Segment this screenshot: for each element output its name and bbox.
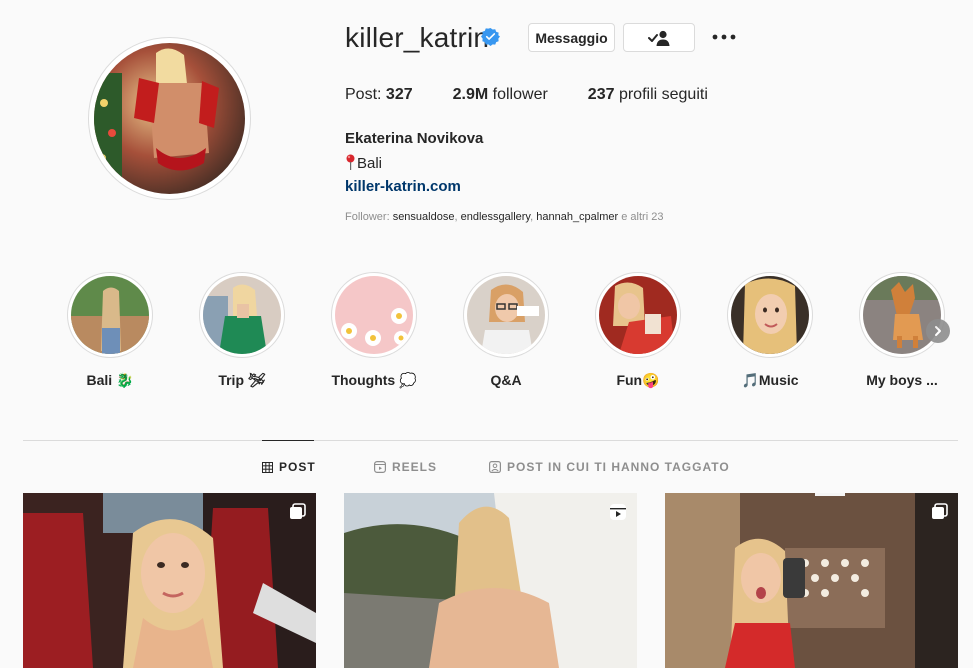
profile-avatar-ring[interactable]	[88, 37, 251, 200]
carousel-icon	[932, 503, 948, 519]
highlight-cover[interactable]	[463, 272, 549, 358]
posts-count: Post: 327	[345, 86, 413, 104]
profile-avatar[interactable]	[94, 43, 245, 194]
tab-post[interactable]: POST	[262, 460, 316, 474]
followers-value: 2.9M	[452, 86, 489, 103]
highlight-label: Thoughts	[331, 372, 396, 388]
highlight-label: My boys ...	[866, 372, 938, 388]
tabs-divider	[23, 440, 958, 441]
location-text: Bali	[357, 155, 383, 172]
highlight-cover[interactable]	[199, 272, 285, 358]
following-value: 237	[587, 86, 615, 103]
highlight-trip[interactable]: Trip 🛩	[199, 272, 285, 389]
reels-icon	[610, 504, 626, 520]
followed-by[interactable]: Follower: sensualdose, endlessgallery, h…	[345, 211, 663, 223]
profile-website-link[interactable]: killer-katrin.com	[345, 178, 461, 195]
separator: ,	[530, 211, 534, 223]
highlights-next-button[interactable]	[926, 319, 950, 343]
followers-label: follower	[492, 86, 548, 103]
tab-label: REELS	[392, 460, 438, 474]
followed-by-prefix: Follower:	[345, 211, 390, 223]
post-thumbnail[interactable]	[23, 493, 316, 668]
chevron-right-icon	[935, 326, 941, 336]
highlight-label: Trip	[218, 372, 244, 388]
separator: ,	[454, 211, 458, 223]
highlight-music[interactable]: 🎵Music	[727, 272, 813, 389]
zany-face-icon: 🤪	[642, 372, 660, 388]
message-button[interactable]: Messaggio	[528, 23, 615, 52]
posts-value: 327	[385, 86, 413, 103]
tab-reels[interactable]: REELS	[374, 460, 437, 474]
followed-by-suffix: e altri 23	[621, 211, 664, 223]
highlight-cover[interactable]	[331, 272, 417, 358]
profile-username: killer_katrin	[345, 22, 490, 53]
carousel-icon	[290, 503, 306, 519]
dragon-icon: 🐉	[116, 372, 134, 388]
profile-location: Bali	[345, 154, 382, 172]
reels-icon	[374, 461, 386, 473]
highlight-bali[interactable]: Bali 🐉	[67, 272, 153, 389]
more-dots-icon	[712, 34, 736, 40]
highlight-cover[interactable]	[859, 272, 945, 358]
highlight-thoughts[interactable]: Thoughts 💭	[331, 272, 417, 389]
highlight-label: Bali	[86, 372, 113, 388]
following-person-check-icon	[648, 30, 670, 46]
profile-stats: Post: 327 2.9M follower 237 profili segu…	[345, 86, 748, 104]
highlight-label: Q&A	[490, 372, 522, 388]
followed-by-account[interactable]: sensualdose	[393, 211, 455, 223]
followers-count[interactable]: 2.9M follower	[453, 86, 548, 104]
tagged-icon	[489, 461, 501, 473]
grid-icon	[262, 461, 273, 473]
highlight-qa[interactable]: Q&A	[463, 272, 549, 388]
following-label: profili seguiti	[618, 86, 708, 103]
round-pushpin-icon	[346, 154, 355, 170]
highlight-label: Fun	[616, 372, 643, 388]
tab-label: POST	[279, 460, 316, 474]
post-thumbnail[interactable]	[344, 493, 637, 668]
posts-label: Post:	[345, 86, 382, 103]
active-tab-indicator	[262, 440, 314, 441]
musical-notes-icon: 🎵	[741, 372, 759, 388]
followed-by-account[interactable]: endlessgallery	[461, 211, 531, 223]
following-button[interactable]	[623, 23, 695, 52]
highlight-label: Music	[758, 372, 799, 388]
thought-balloon-icon: 💭	[399, 372, 417, 388]
profile-full-name: Ekaterina Novikova	[345, 130, 484, 147]
tab-tagged[interactable]: POST IN CUI TI HANNO TAGGATO	[489, 460, 730, 474]
tab-label: POST IN CUI TI HANNO TAGGATO	[507, 460, 730, 474]
post-thumbnail[interactable]	[665, 493, 958, 668]
highlight-cover[interactable]	[727, 272, 813, 358]
verified-badge-icon	[481, 27, 500, 46]
following-count[interactable]: 237 profili seguiti	[588, 86, 708, 104]
highlight-fun[interactable]: Fun🤪	[595, 272, 681, 389]
followed-by-account[interactable]: hannah_cpalmer	[536, 211, 618, 223]
highlight-cover[interactable]	[595, 272, 681, 358]
more-options-button[interactable]	[712, 27, 736, 47]
highlight-cover[interactable]	[67, 272, 153, 358]
airplane-icon: 🛩	[247, 372, 266, 388]
